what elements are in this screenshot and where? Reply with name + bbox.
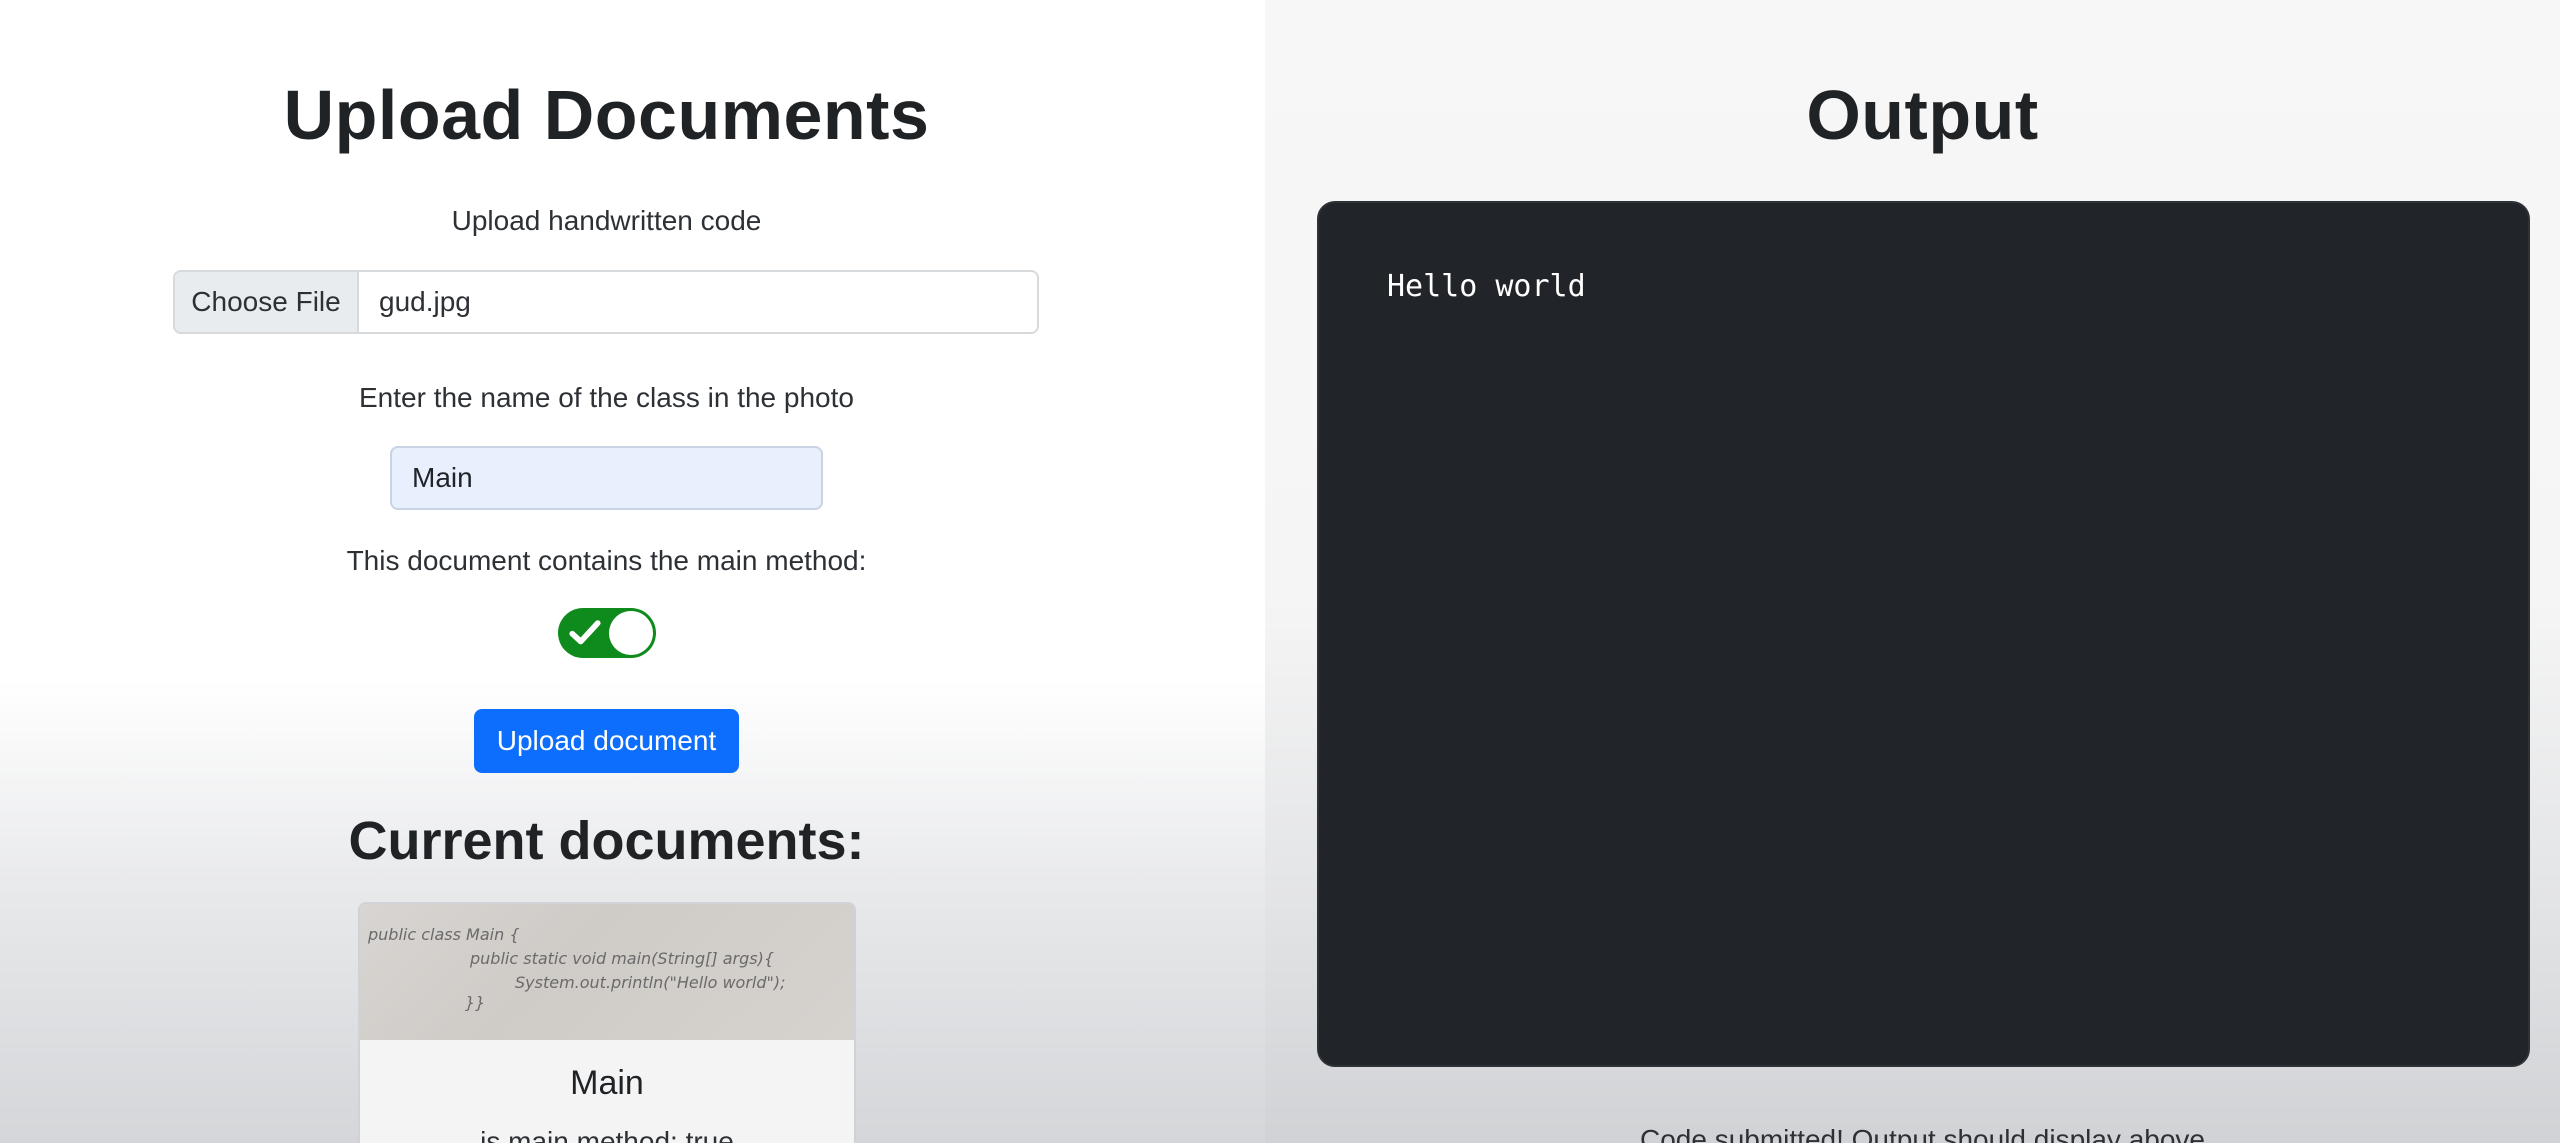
checkmark-icon [569,620,601,645]
document-title: Main [570,1064,644,1102]
output-title: Output [1806,76,2039,154]
upload-panel: Upload Documents Upload handwritten code… [0,0,1265,1143]
main-method-toggle[interactable] [558,608,656,658]
output-console: Hello world [1317,201,2530,1067]
document-card[interactable]: public class Main { public static void m… [358,902,856,1143]
thumb-line-1: public class Main { [367,925,520,944]
choose-file-button[interactable]: Choose File [175,272,359,332]
file-name: gud.jpg [379,286,471,317]
class-name-input[interactable]: Main [390,446,823,510]
handwritten-code-image: public class Main { public static void m… [367,925,786,1012]
thumb-line-3: System.out.println("Hello world"); [515,973,786,992]
upload-document-button[interactable]: Upload document [474,709,739,773]
thumb-line-2: public static void main(String[] args){ [469,949,774,968]
page: Upload Documents Upload handwritten code… [0,0,2560,1143]
class-name-label: Enter the name of the class in the photo [359,382,854,413]
upload-title: Upload Documents [283,76,930,154]
current-documents-title: Current documents: [348,811,865,871]
file-input[interactable]: Choose File gud.jpg [173,270,1039,334]
document-meta: is main method: true [480,1126,734,1143]
file-label: Upload handwritten code [451,205,762,236]
document-thumbnail: public class Main { public static void m… [360,904,854,1040]
status-message: Code submitted! Output should display ab… [1639,1124,2206,1143]
main-method-label: This document contains the main method: [346,545,867,576]
toggle-knob [609,611,653,655]
console-output-text: Hello world [1387,269,1586,304]
thumb-line-4: }} [465,993,485,1012]
